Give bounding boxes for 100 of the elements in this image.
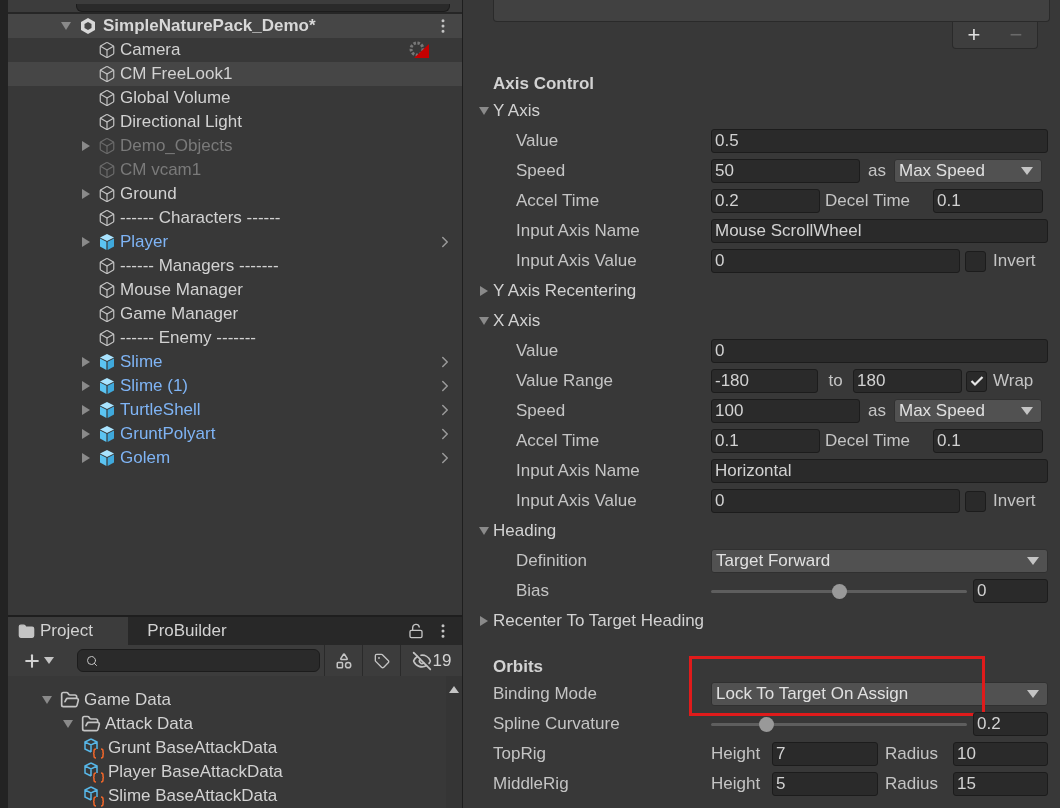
hierarchy-row[interactable]: CM FreeLook1	[8, 62, 462, 86]
asset-row[interactable]: Player BaseAttackData	[8, 760, 446, 784]
hierarchy-row[interactable]: Game Manager	[8, 302, 462, 326]
expanded-arrow-icon[interactable]	[478, 315, 490, 327]
value-field[interactable]: 5	[772, 772, 878, 796]
search-field[interactable]	[77, 649, 320, 672]
cube-icon	[98, 281, 116, 299]
collapsed-arrow-icon[interactable]	[80, 428, 92, 440]
expanded-arrow-icon[interactable]	[478, 105, 490, 117]
hierarchy-row[interactable]: TurtleShell	[8, 398, 462, 422]
hierarchy-row[interactable]: Mouse Manager	[8, 278, 462, 302]
expanded-arrow-icon[interactable]	[478, 525, 490, 537]
slider-thumb[interactable]	[831, 583, 847, 599]
slider[interactable]	[711, 716, 967, 732]
cube-script-icon	[83, 785, 105, 807]
value-field[interactable]: 0.5	[711, 129, 1048, 153]
hierarchy-row[interactable]: ------ Characters ------	[8, 206, 462, 230]
hierarchy-row[interactable]: Slime	[8, 350, 462, 374]
expanded-arrow-icon[interactable]	[41, 694, 53, 706]
field-label: MiddleRig	[493, 774, 569, 794]
collapsed-arrow-icon[interactable]	[80, 236, 92, 248]
value-field[interactable]: 0	[711, 249, 960, 273]
collapsed-arrow-icon[interactable]	[80, 404, 92, 416]
collapsed-arrow-icon[interactable]	[478, 615, 490, 627]
field-label: Wrap	[993, 370, 1035, 393]
value-field[interactable]: Horizontal	[711, 459, 1048, 483]
collapsed-arrow-icon[interactable]	[80, 452, 92, 464]
value-field[interactable]: 0.1	[711, 429, 820, 453]
scene-header[interactable]: SimpleNaturePack_Demo*	[8, 14, 462, 38]
panel-tab[interactable]: ProBuilder	[128, 617, 246, 645]
value-field[interactable]: 0.1	[933, 429, 1043, 453]
add-item-button[interactable]: +	[967, 24, 981, 46]
foldout-row[interactable]: Recenter To Target Heading	[463, 606, 1060, 636]
value-field[interactable]: 10	[953, 742, 1048, 766]
value-field[interactable]: 0.2	[973, 712, 1048, 736]
foldout-row[interactable]: Heading	[463, 516, 1060, 546]
value-field[interactable]: Mouse ScrollWheel	[711, 219, 1048, 243]
hierarchy-row[interactable]: GruntPolyart	[8, 422, 462, 446]
collapsed-arrow-icon[interactable]	[80, 380, 92, 392]
asset-name: Player BaseAttackData	[108, 761, 283, 784]
hierarchy-row[interactable]: Slime (1)	[8, 374, 462, 398]
field-label: Input Axis Value	[516, 491, 637, 511]
foldout-row[interactable]: X Axis	[463, 306, 1060, 336]
field-label: Speed	[516, 401, 566, 421]
panel-tab[interactable]: Project	[8, 617, 128, 645]
value-field[interactable]: 0.1	[933, 189, 1043, 213]
field-label: Radius	[884, 743, 939, 766]
collapsed-arrow-icon[interactable]	[80, 188, 92, 200]
dropdown[interactable]: Lock To Target On Assign	[711, 682, 1048, 706]
checkbox[interactable]	[965, 490, 986, 512]
hierarchy-row[interactable]: Global Volume	[8, 86, 462, 110]
checkbox[interactable]	[965, 250, 986, 272]
scroll-up-icon[interactable]	[449, 686, 459, 693]
hierarchy-row[interactable]: Player	[8, 230, 462, 254]
foldout-row[interactable]: Y Axis	[463, 96, 1060, 126]
expanded-arrow-icon[interactable]	[62, 718, 74, 730]
value-field[interactable]: 50	[711, 159, 860, 183]
value-field[interactable]: 0	[973, 579, 1048, 603]
cube-icon	[98, 137, 116, 155]
folder-row[interactable]: Game Data	[8, 688, 446, 712]
cube-icon	[98, 233, 116, 251]
value-field[interactable]: 7	[772, 742, 878, 766]
lock-icon[interactable]	[408, 623, 424, 639]
dropdown[interactable]: Target Forward	[711, 549, 1048, 573]
hierarchy-row[interactable]: Golem	[8, 446, 462, 470]
dropdown[interactable]: Max Speed	[894, 399, 1042, 423]
hierarchy-row[interactable]: ------ Managers -------	[8, 254, 462, 278]
slider-thumb[interactable]	[759, 716, 775, 732]
slider[interactable]	[711, 583, 967, 599]
field-label: Input Axis Name	[516, 221, 640, 241]
foldout-row[interactable]: Y Axis Recentering	[463, 276, 1060, 306]
asset-row[interactable]: Grunt BaseAttackData	[8, 736, 446, 760]
field-label: Definition	[516, 551, 587, 571]
field-label: Radius	[884, 773, 939, 796]
checkbox[interactable]	[966, 370, 987, 392]
value-field[interactable]: 0	[711, 339, 1048, 363]
value-field[interactable]: 0	[711, 489, 960, 513]
object-name: Golem	[120, 447, 171, 470]
value-field[interactable]: -180	[711, 369, 818, 393]
shapes-icon[interactable]	[334, 651, 353, 670]
search-field[interactable]	[76, 4, 450, 12]
object-name: Demo_Objects	[120, 135, 233, 158]
field-label: Value	[516, 341, 559, 361]
value-field[interactable]: 100	[711, 399, 860, 423]
folder-icon	[18, 622, 35, 640]
hierarchy-row[interactable]: Camera	[8, 38, 462, 62]
value-field[interactable]: 180	[853, 369, 962, 393]
folder-row[interactable]: Attack Data	[8, 712, 446, 736]
dropdown[interactable]: Max Speed	[894, 159, 1042, 183]
collapsed-arrow-icon[interactable]	[478, 285, 490, 297]
value-field[interactable]: 0.2	[711, 189, 820, 213]
collapsed-arrow-icon[interactable]	[80, 356, 92, 368]
asset-row[interactable]: Slime BaseAttackData	[8, 784, 446, 808]
expanded-arrow-icon[interactable]	[60, 20, 72, 32]
hierarchy-row[interactable]: Ground	[8, 182, 462, 206]
hierarchy-row[interactable]: ------ Enemy -------	[8, 326, 462, 350]
hierarchy-row[interactable]: Directional Light	[8, 110, 462, 134]
value-field[interactable]: 15	[953, 772, 1048, 796]
tag-icon[interactable]	[373, 652, 390, 669]
object-name: Global Volume	[120, 87, 231, 110]
